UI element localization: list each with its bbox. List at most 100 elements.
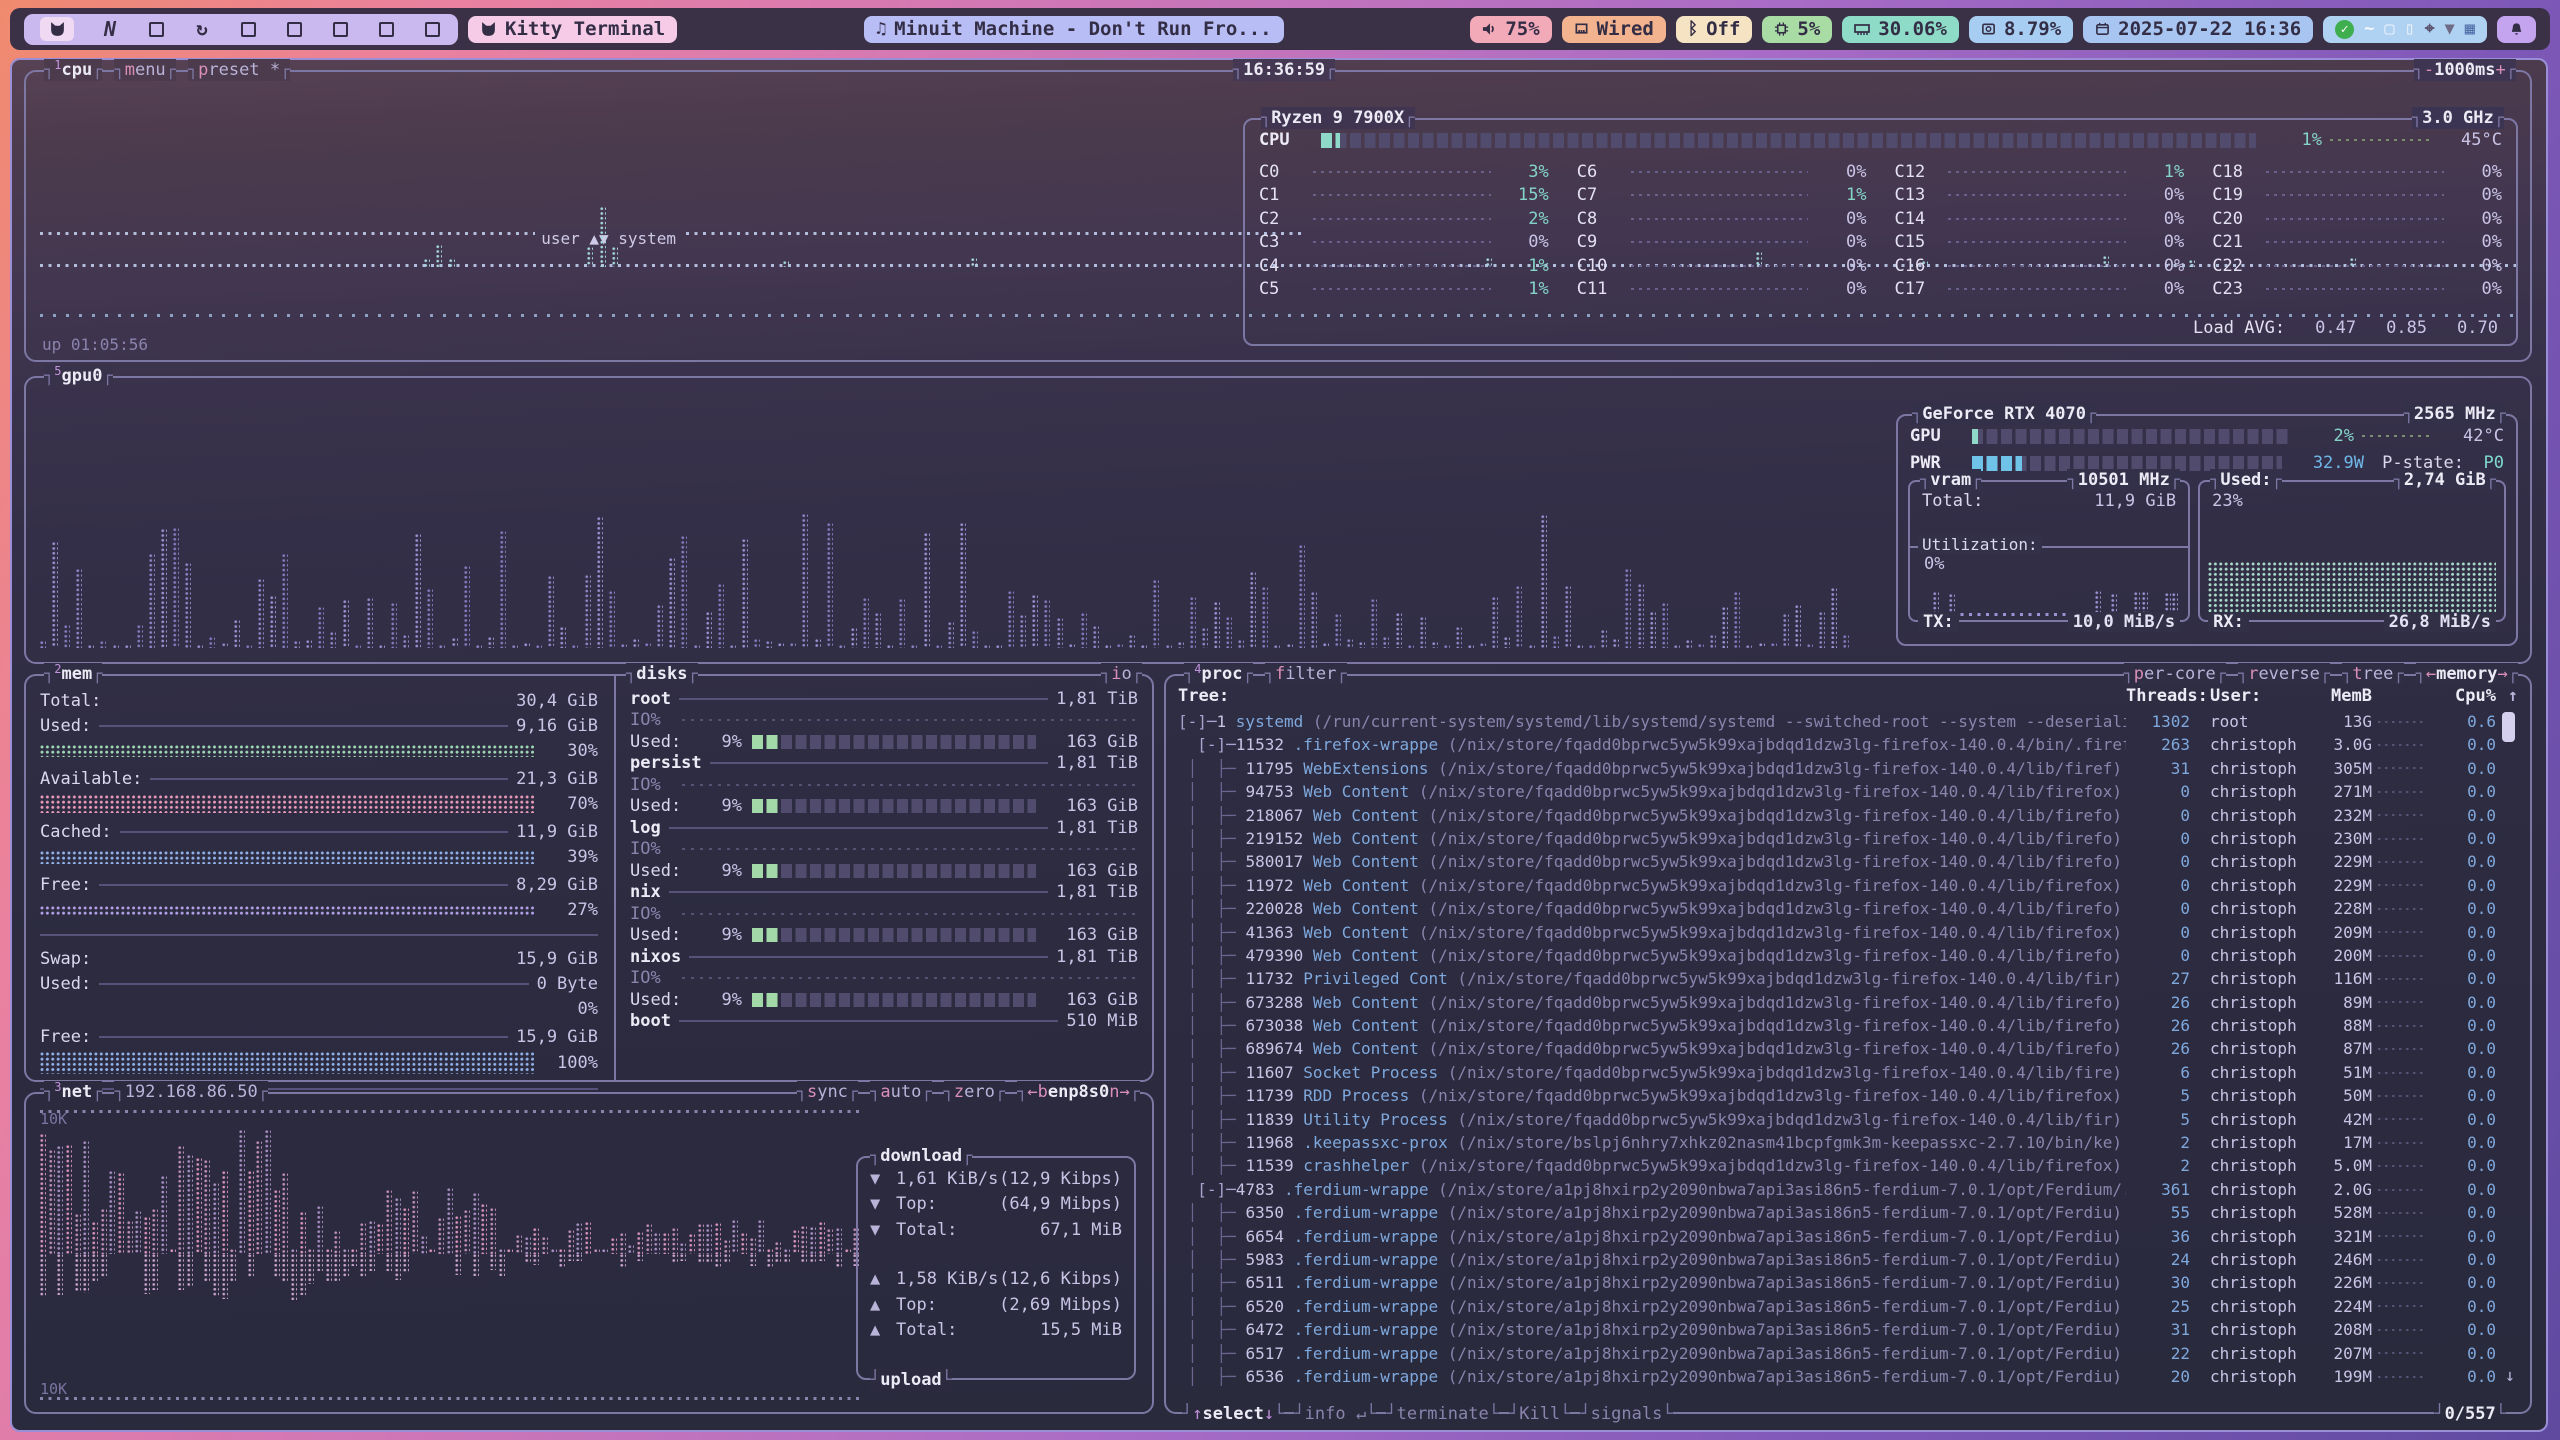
user-column-header[interactable]: User:	[2190, 686, 2302, 706]
workspace-2-nixos-icon[interactable]: N	[100, 17, 120, 41]
process-row[interactable]: │ ├─ 11839 Utility Process (/nix/store/f…	[1178, 1108, 2518, 1131]
workspace-4-refresh-icon[interactable]: ↻	[192, 17, 212, 41]
grid-icon[interactable]: ▦	[2465, 21, 2475, 38]
workspace-9-square-icon[interactable]	[422, 17, 442, 41]
cpu-column-header[interactable]: Cpu%	[2432, 686, 2496, 706]
tree-column-header[interactable]: Tree:	[1178, 686, 2126, 706]
workspace-7-square-icon[interactable]	[330, 17, 350, 41]
process-row[interactable]: │ ├─ 479390 Web Content (/nix/store/fqad…	[1178, 944, 2518, 967]
process-row[interactable]: │ ├─ 11732 Privileged Cont (/nix/store/f…	[1178, 967, 2518, 990]
cpu-temp-graph	[2330, 139, 2430, 141]
gpu-power-value: 32.9W	[2292, 453, 2364, 473]
gpu-frequency: 2565 MHz	[2404, 403, 2506, 425]
process-row[interactable]: [-]─1 systemd (/run/current-system/syste…	[1178, 710, 2518, 733]
sort-column-selector[interactable]: ← memory →	[2416, 663, 2518, 685]
process-row[interactable]: │ ├─ 218067 Web Content (/nix/store/fqad…	[1178, 804, 2518, 827]
workspace-switcher[interactable]: N↻	[24, 14, 458, 45]
kill-button[interactable]: Kill	[1509, 1403, 1570, 1425]
update-interval-control[interactable]: - 1000ms +	[2414, 59, 2516, 81]
window-title-pill[interactable]: Kitty Terminal	[468, 16, 677, 43]
sync-button[interactable]: sync	[797, 1081, 858, 1103]
process-row[interactable]: │ ├─ 11968 .keepassxc-prox (/nix/store/b…	[1178, 1131, 2518, 1154]
mem-stat-swap: Swap:15,9 GiB	[40, 946, 598, 971]
check-circle-icon[interactable]: ✓	[2335, 20, 2354, 39]
network-status: Wired	[1597, 18, 1654, 40]
select-control[interactable]: ↑ select ↓	[1182, 1403, 1284, 1425]
funnel-icon[interactable]: ▼	[2445, 21, 2455, 38]
process-row[interactable]: │ ├─ 220028 Web Content (/nix/store/fqad…	[1178, 897, 2518, 920]
phone-icon[interactable]: ▯	[2405, 21, 2415, 38]
vram-total-value: 11,9 GiB	[2094, 491, 2176, 511]
process-row[interactable]: │ ├─ 5983 .ferdium-wrappe (/nix/store/a1…	[1178, 1248, 2518, 1271]
utilization-value: 0%	[1924, 554, 1944, 574]
process-row[interactable]: │ ├─ 6536 .ferdium-wrappe (/nix/store/a1…	[1178, 1365, 2518, 1388]
upload-stat-row: ▲Total:15,5 MiB	[870, 1318, 1122, 1344]
process-row[interactable]: │ ├─ 673288 Web Content (/nix/store/fqad…	[1178, 991, 2518, 1014]
disk-persist: persist1,81 TiB	[630, 753, 1138, 775]
interface-switcher[interactable]: ←b enp8s0 n→	[1017, 1081, 1140, 1103]
memory-pill[interactable]: 30.06%	[1842, 16, 1959, 43]
process-row[interactable]: [-]─11532 .firefox-wrappe (/nix/store/fq…	[1178, 733, 2518, 756]
process-row[interactable]: │ ├─ 11739 RDD Process (/nix/store/fqadd…	[1178, 1084, 2518, 1107]
process-row[interactable]: │ ├─ 41363 Web Content (/nix/store/fqadd…	[1178, 921, 2518, 944]
tree-button[interactable]: tree	[2342, 663, 2403, 685]
scroll-down-icon[interactable]: ↓	[2505, 1366, 2515, 1386]
process-row[interactable]: │ ├─ 11607 Socket Process (/nix/store/fq…	[1178, 1061, 2518, 1084]
threads-column-header[interactable]: Threads:	[2126, 686, 2190, 706]
scroll-up-icon[interactable]: ↑	[2496, 686, 2518, 706]
workspace-5-square-icon[interactable]	[238, 17, 258, 41]
terminate-button[interactable]: terminate	[1386, 1403, 1499, 1425]
info-button[interactable]: info ↵	[1294, 1403, 1376, 1425]
workspace-8-square-icon[interactable]	[376, 17, 396, 41]
disk-pill[interactable]: 8.79%	[1969, 16, 2073, 43]
uptime-label: up 01:05:56	[42, 335, 148, 354]
process-row[interactable]: │ ├─ 673038 Web Content (/nix/store/fqad…	[1178, 1014, 2518, 1037]
volume-pill[interactable]: 75%	[1470, 16, 1551, 43]
preset-button[interactable]: preset *	[188, 59, 290, 81]
filter-button[interactable]: filter	[1265, 663, 1347, 685]
workspace-3-square-icon[interactable]	[146, 17, 166, 41]
gpu-temp-graph	[2362, 435, 2432, 437]
square-icon[interactable]: ▢	[2384, 21, 2394, 38]
process-row[interactable]: │ ├─ 6517 .ferdium-wrappe (/nix/store/a1…	[1178, 1342, 2518, 1365]
io-mode-button[interactable]: io	[1101, 663, 1142, 685]
process-row[interactable]: │ ├─ 580017 Web Content (/nix/store/fqad…	[1178, 850, 2518, 873]
cpu-pill[interactable]: 5%	[1762, 16, 1832, 43]
process-row[interactable]: │ ├─ 11539 crashhelper (/nix/store/fqadd…	[1178, 1154, 2518, 1177]
process-row[interactable]: │ ├─ 6350 .ferdium-wrappe (/nix/store/a1…	[1178, 1201, 2518, 1224]
signals-button[interactable]: signals	[1580, 1403, 1672, 1425]
core-row-C22: C220%	[2212, 254, 2502, 278]
gpu-temp: 42°C	[2440, 426, 2504, 446]
core-row-C9: C90%	[1577, 231, 1867, 255]
bluetooth-pill[interactable]: ᛒ Off	[1676, 16, 1753, 43]
process-row[interactable]: [-]─4783 .ferdium-wrappe (/nix/store/a1p…	[1178, 1178, 2518, 1201]
reverse-button[interactable]: reverse	[2238, 663, 2330, 685]
system-tray[interactable]: ✓ ~ ▢ ▯ ⌖ ▼ ▦	[2323, 16, 2487, 43]
disk-used-row: Used:9%163 GiB	[630, 925, 1138, 947]
process-row[interactable]: │ ├─ 689674 Web Content (/nix/store/fqad…	[1178, 1037, 2518, 1060]
workspace-1-cat-icon[interactable]	[40, 17, 74, 41]
mem-column-header[interactable]: MemB	[2302, 686, 2372, 706]
process-row[interactable]: │ ├─ 6654 .ferdium-wrappe (/nix/store/a1…	[1178, 1225, 2518, 1248]
process-row[interactable]: │ ├─ 219152 Web Content (/nix/store/fqad…	[1178, 827, 2518, 850]
workspace-6-square-icon[interactable]	[284, 17, 304, 41]
process-row[interactable]: │ ├─ 11972 Web Content (/nix/store/fqadd…	[1178, 874, 2518, 897]
zero-button[interactable]: zero	[944, 1081, 1005, 1103]
music-pill[interactable]: ♫ Minuit Machine - Don't Run Fro...	[864, 16, 1284, 43]
wave-icon[interactable]: ~	[2364, 21, 2374, 38]
network-pill[interactable]: Wired	[1562, 16, 1666, 43]
process-row[interactable]: │ ├─ 6472 .ferdium-wrappe (/nix/store/a1…	[1178, 1318, 2518, 1341]
process-row[interactable]: │ ├─ 6511 .ferdium-wrappe (/nix/store/a1…	[1178, 1271, 2518, 1294]
scrollbar-thumb[interactable]	[2502, 712, 2515, 742]
disk-nixos: nixos1,81 TiB	[630, 946, 1138, 968]
notification-pill[interactable]	[2497, 16, 2536, 43]
process-row[interactable]: │ ├─ 11795 WebExtensions (/nix/store/fqa…	[1178, 757, 2518, 780]
key-icon[interactable]: ⌖	[2425, 21, 2435, 38]
auto-button[interactable]: auto	[870, 1081, 931, 1103]
clock-pill[interactable]: 2025-07-22 16:36	[2083, 16, 2313, 43]
per-core-button[interactable]: per-core	[2124, 663, 2226, 685]
process-row[interactable]: │ ├─ 94753 Web Content (/nix/store/fqadd…	[1178, 780, 2518, 803]
core-row-C2: C22%	[1259, 207, 1549, 231]
menu-button[interactable]: menu	[114, 59, 175, 81]
process-row[interactable]: │ ├─ 6520 .ferdium-wrappe (/nix/store/a1…	[1178, 1295, 2518, 1318]
